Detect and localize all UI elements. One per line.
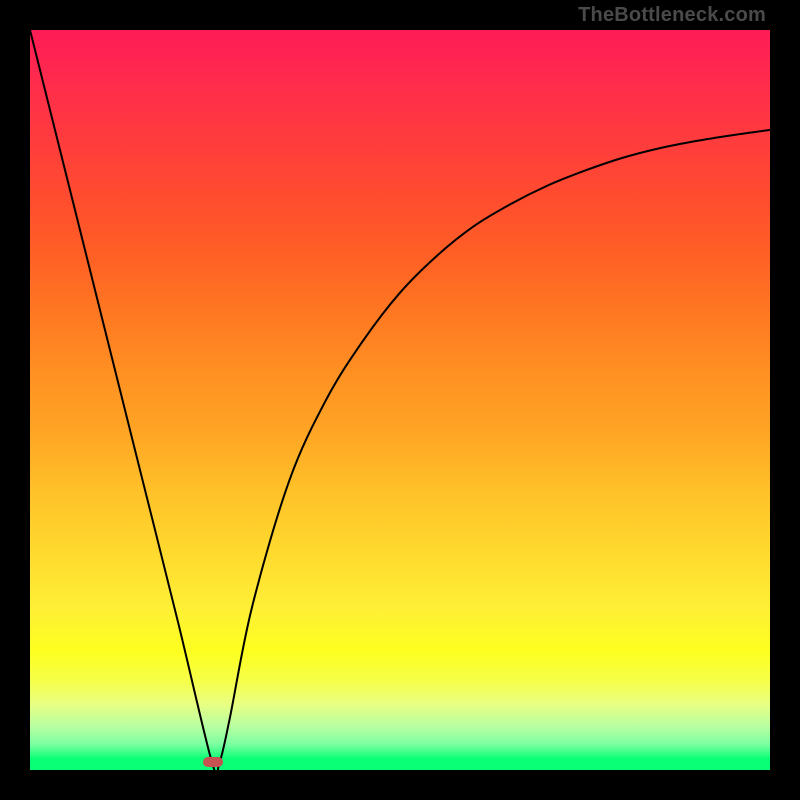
watermark-text: TheBottleneck.com xyxy=(578,4,766,27)
plot-area xyxy=(30,30,770,770)
bottleneck-curve-line xyxy=(30,30,770,770)
bottleneck-curve-chart xyxy=(30,30,770,770)
plot-frame xyxy=(30,30,770,770)
minimum-marker xyxy=(203,757,223,767)
